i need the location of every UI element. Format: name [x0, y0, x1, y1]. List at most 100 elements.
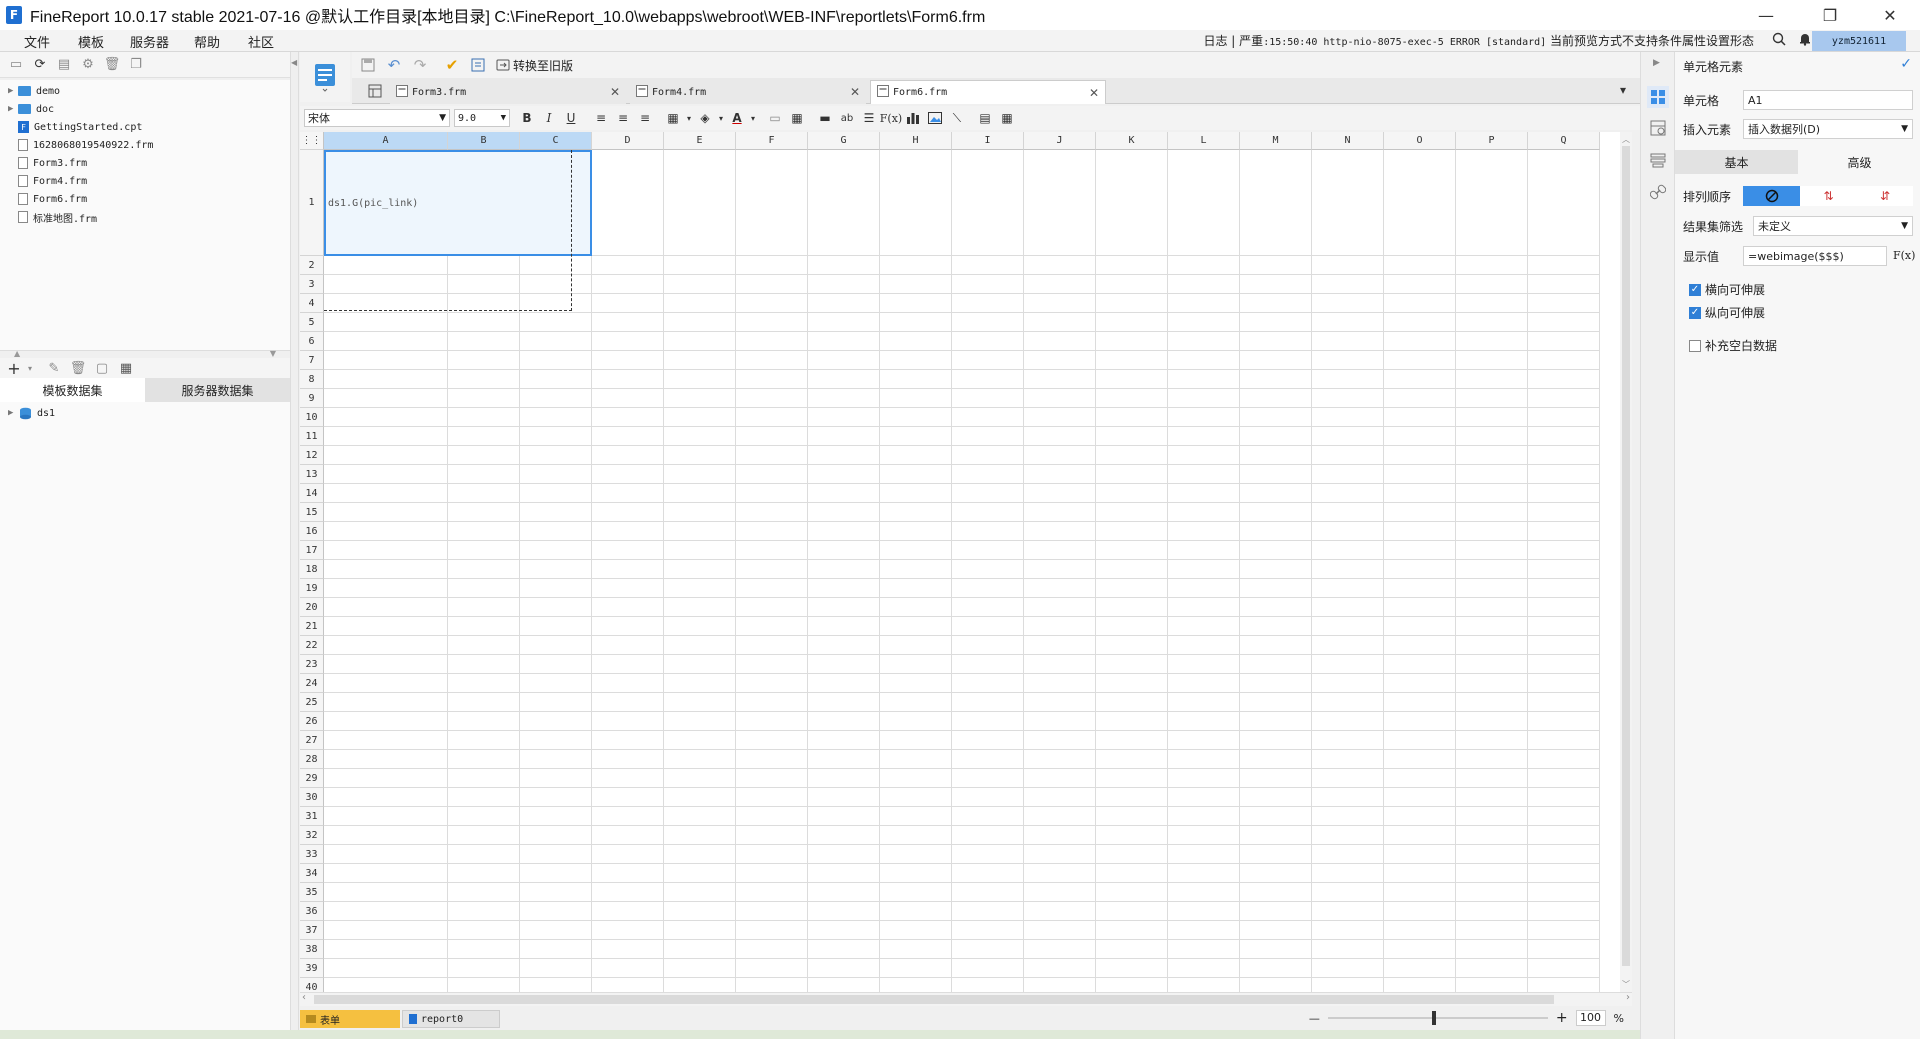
panel-splitter[interactable]: ▲ ▼: [0, 349, 290, 358]
tab-server-dataset[interactable]: 服务器数据集: [145, 378, 290, 402]
row-header-30[interactable]: 30: [300, 788, 324, 807]
checkbox-checked-icon[interactable]: ✓: [1689, 283, 1701, 296]
tree-item-form6[interactable]: Form6.frm: [8, 190, 87, 208]
row-header-32[interactable]: 32: [300, 826, 324, 845]
collapse-left-icon[interactable]: ◀: [291, 58, 297, 67]
delete-icon[interactable]: 🗑: [104, 57, 121, 73]
save-icon[interactable]: [360, 57, 376, 73]
row-header-15[interactable]: 15: [300, 503, 324, 522]
scroll-right-icon[interactable]: ›: [1626, 992, 1630, 1003]
connection-icon[interactable]: ▦: [118, 360, 134, 376]
text-icon[interactable]: ab: [836, 108, 858, 128]
align-left-icon[interactable]: ≡: [590, 108, 612, 128]
row-header-24[interactable]: 24: [300, 674, 324, 693]
row-header-35[interactable]: 35: [300, 883, 324, 902]
convert-old-version-button[interactable]: 转换至旧版: [496, 57, 573, 74]
row-header-20[interactable]: 20: [300, 598, 324, 617]
scroll-down-icon[interactable]: ﹀: [1622, 979, 1630, 990]
row-header-6[interactable]: 6: [300, 332, 324, 351]
insert-element-select[interactable]: 插入数据列(D) ▼: [1743, 119, 1913, 139]
pin-icon[interactable]: ✓: [1900, 56, 1912, 72]
filter-select[interactable]: 未定义 ▼: [1753, 216, 1913, 236]
row-header-39[interactable]: 39: [300, 959, 324, 978]
log-bar[interactable]: 日志 | 严重:15:50:40 http-nio-8075-exec-5 ER…: [1203, 32, 1754, 49]
zoom-value-input[interactable]: 100: [1575, 1010, 1606, 1026]
tab-form6[interactable]: Form6.frm ✕: [870, 80, 1106, 104]
row-header-19[interactable]: 19: [300, 579, 324, 598]
minimize-button[interactable]: —: [1736, 0, 1796, 30]
underline-button[interactable]: U: [560, 108, 582, 128]
italic-button[interactable]: I: [538, 108, 560, 128]
row-header-18[interactable]: 18: [300, 560, 324, 579]
split-cell-icon[interactable]: ▬: [814, 108, 836, 128]
sheet-tab-form[interactable]: 表单: [300, 1010, 400, 1028]
row-header-16[interactable]: 16: [300, 522, 324, 541]
add-dataset-icon[interactable]: +: [6, 359, 22, 378]
row-header-25[interactable]: 25: [300, 693, 324, 712]
row-header-2[interactable]: 2: [300, 256, 324, 275]
settings-icon[interactable]: ⚙: [80, 57, 96, 73]
align-center-icon[interactable]: ≡: [612, 108, 634, 128]
row-header-22[interactable]: 22: [300, 636, 324, 655]
format-brush-icon[interactable]: ✔: [444, 56, 460, 74]
bold-button[interactable]: B: [516, 108, 538, 128]
tab-list-icon[interactable]: [368, 84, 382, 101]
row-header-17[interactable]: 17: [300, 541, 324, 560]
scroll-left-icon[interactable]: ‹: [302, 992, 306, 1003]
tree-item-doc[interactable]: ▶ doc: [8, 100, 54, 118]
user-account-button[interactable]: yzm521611: [1812, 31, 1906, 51]
column-header-q[interactable]: Q: [1528, 132, 1600, 150]
row-header-8[interactable]: 8: [300, 370, 324, 389]
chart-icon[interactable]: [902, 108, 924, 128]
tree-item-ds1[interactable]: ▶ ds1: [8, 404, 55, 422]
row-header-34[interactable]: 34: [300, 864, 324, 883]
row-header-3[interactable]: 3: [300, 275, 324, 294]
left-panel-edge[interactable]: ◀: [290, 52, 299, 1039]
tab-menu-icon[interactable]: ▾: [1620, 83, 1626, 97]
border-icon[interactable]: ▦: [662, 108, 684, 128]
row-header-40[interactable]: 40: [300, 978, 324, 992]
delete-icon[interactable]: 🗑: [70, 360, 87, 376]
new-folder-icon[interactable]: ▭: [8, 57, 24, 73]
row-header-37[interactable]: 37: [300, 921, 324, 940]
log-label[interactable]: 日志: [1203, 34, 1227, 48]
image-icon[interactable]: [924, 108, 946, 128]
align-right-icon[interactable]: ≡: [634, 108, 656, 128]
row-header-7[interactable]: 7: [300, 351, 324, 370]
row-header-23[interactable]: 23: [300, 655, 324, 674]
report-book-icon[interactable]: [313, 62, 337, 92]
tree-item-form3[interactable]: Form3.frm: [8, 154, 87, 172]
chevron-down-icon[interactable]: ▾: [748, 108, 758, 128]
checkbox-fill-blank[interactable]: 补充空白数据: [1689, 337, 1777, 354]
sort-ascending-button[interactable]: ⇅: [1800, 186, 1857, 206]
row-header-36[interactable]: 36: [300, 902, 324, 921]
rich-text-icon[interactable]: ☰: [858, 108, 880, 128]
checkbox-checked-icon[interactable]: ✓: [1689, 306, 1701, 319]
tab-advanced[interactable]: 高级: [1798, 150, 1920, 174]
close-tab-icon[interactable]: ✕: [610, 85, 620, 99]
sort-descending-button[interactable]: ⇵: [1857, 186, 1913, 206]
tree-item-standard-map[interactable]: 标准地图.frm: [8, 208, 97, 226]
row-header-31[interactable]: 31: [300, 807, 324, 826]
cell-attribute-icon[interactable]: [1650, 120, 1666, 139]
tree-item-gettingstarted[interactable]: F GettingStarted.cpt: [8, 118, 142, 136]
redo-icon[interactable]: ↷: [412, 56, 428, 74]
row-header-14[interactable]: 14: [300, 484, 324, 503]
collapse-up-icon[interactable]: ▲: [14, 349, 20, 358]
tab-form4[interactable]: Form4.frm ✕: [630, 80, 866, 104]
edit-icon[interactable]: ✎: [46, 360, 62, 376]
cell-a1[interactable]: ds1.G(pic_link): [324, 150, 592, 256]
column-header-a[interactable]: A: [324, 132, 448, 150]
menu-community[interactable]: 社区: [248, 32, 274, 51]
font-select[interactable]: 宋体 ▼: [304, 109, 450, 127]
column-header-h[interactable]: H: [880, 132, 952, 150]
vertical-scrollbar-thumb[interactable]: [1622, 146, 1630, 966]
horizontal-scrollbar[interactable]: ‹ ›: [300, 992, 1632, 1006]
column-header-p[interactable]: P: [1456, 132, 1528, 150]
column-header-d[interactable]: D: [592, 132, 664, 150]
bell-icon[interactable]: [1798, 32, 1812, 49]
menu-server[interactable]: 服务器: [130, 32, 169, 51]
grid-icon[interactable]: ▦: [786, 108, 808, 128]
row-header-12[interactable]: 12: [300, 446, 324, 465]
zoom-slider-thumb[interactable]: [1431, 1011, 1436, 1025]
